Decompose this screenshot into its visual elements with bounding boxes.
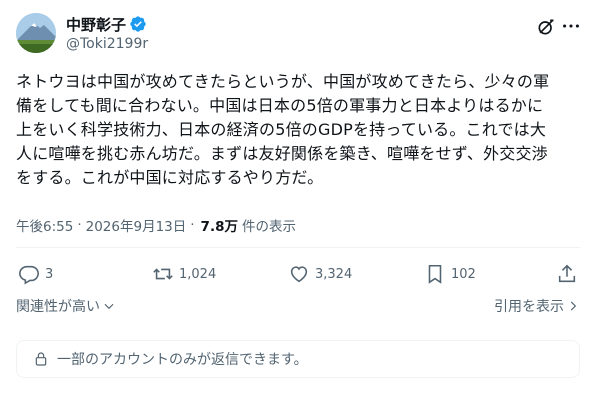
views-label: 件の表示 (241, 219, 296, 235)
reply-sort-row: 関連性が高い 引用を表示 (16, 296, 580, 318)
reply-restriction-notice: 一部のアカウントのみが返信できます。 (16, 340, 580, 378)
grok-icon[interactable] (536, 17, 556, 37)
retweet-button[interactable]: 1,024 (152, 261, 216, 287)
like-count: 3,324 (315, 266, 353, 282)
tweet-header: 中野彰子 @Toki2199r (16, 13, 580, 57)
bookmark-button[interactable]: 102 (424, 261, 476, 287)
retweet-icon (153, 268, 173, 280)
handle[interactable]: @Toki2199r (66, 35, 148, 54)
more-options-icon[interactable] (560, 15, 582, 37)
reply-icon (19, 265, 39, 285)
view-quotes-label: 引用を表示 (494, 299, 564, 315)
action-bar: 3 1,024 3,324 102 (16, 261, 580, 287)
sort-label: 関連性が高い (16, 299, 100, 315)
bookmark-icon (428, 264, 442, 284)
view-quotes-link[interactable]: 引用を表示 (494, 296, 580, 316)
tweet-body-text: ネトウヨは中国が攻めてきたらというが、中国が攻めてきたら、少々の軍 備をしても間… (16, 72, 550, 187)
divider-top (16, 247, 580, 248)
meta-separator-2: · (190, 217, 195, 233)
display-name[interactable]: 中野彰子 (66, 14, 126, 35)
author-names: 中野彰子 @Toki2199r (66, 14, 148, 54)
views-count[interactable]: 7.8万 (201, 215, 238, 235)
meta-separator: · (77, 217, 82, 233)
reply-count: 3 (45, 266, 54, 282)
tweet-date[interactable]: 2026年9月13日 (86, 215, 187, 235)
chevron-right-icon (570, 301, 577, 311)
avatar[interactable] (16, 13, 56, 53)
mountain-landscape-avatar-icon (16, 13, 56, 53)
like-button[interactable]: 3,324 (288, 261, 352, 287)
tweet-meta: 午後6:55 · 2026年9月13日 · 7.8万 件の表示 (16, 215, 296, 235)
verified-badge-icon[interactable] (129, 15, 147, 33)
heart-icon (290, 266, 308, 283)
lock-icon (35, 352, 47, 366)
share-button[interactable] (556, 261, 578, 287)
bookmark-count: 102 (451, 266, 476, 282)
chevron-down-icon (104, 303, 114, 310)
sort-dropdown[interactable]: 関連性が高い (16, 296, 116, 316)
tweet-time[interactable]: 午後6:55 (16, 215, 73, 235)
share-icon (558, 264, 576, 283)
reply-restriction-text: 一部のアカウントのみが返信できます。 (57, 352, 308, 368)
retweet-count: 1,024 (179, 266, 217, 282)
reply-button[interactable]: 3 (18, 261, 53, 287)
